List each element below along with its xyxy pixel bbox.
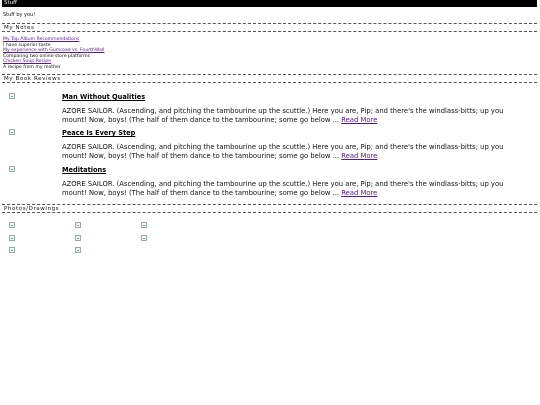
photos-section-title: Photos/Drawings: [2, 204, 537, 213]
read-more-link[interactable]: Read More: [341, 116, 377, 124]
book-cover-image[interactable]: [9, 129, 15, 135]
photo-thumbnail[interactable]: [9, 247, 15, 253]
photo-thumbnail[interactable]: [141, 222, 147, 228]
notes-section-title: My Notes: [2, 23, 537, 32]
photo-thumbnail[interactable]: [9, 235, 15, 241]
photo-thumbnail[interactable]: [75, 235, 81, 241]
note-link-gumroad-vs-fourthwall[interactable]: My experience with Gumroad vs. FourthWal…: [3, 48, 104, 54]
review-title-link[interactable]: Meditations: [62, 166, 106, 174]
note-description: A recipe from my mother: [3, 64, 61, 70]
photo-thumbnail[interactable]: [75, 222, 81, 228]
site-title: Stuff: [2, 0, 537, 7]
review-excerpt-text: AZORE SAILOR. (Ascending, and pitching t…: [62, 107, 504, 124]
tagline: Stuff by you!: [3, 12, 36, 18]
notes-list: My Top Album Recommendations I have supe…: [3, 37, 104, 71]
photo-thumbnail[interactable]: [75, 247, 81, 253]
photo-thumbnail[interactable]: [141, 235, 147, 241]
photo-thumbnail[interactable]: [9, 222, 15, 228]
read-more-link[interactable]: Read More: [341, 152, 377, 160]
book-cover-image[interactable]: [9, 93, 15, 99]
review-excerpt: AZORE SAILOR. (Ascending, and pitching t…: [62, 180, 517, 198]
review-title-link[interactable]: Peace Is Every Step: [62, 129, 135, 137]
reviews-section-title: My Book Reviews: [2, 74, 537, 83]
review-excerpt-text: AZORE SAILOR. (Ascending, and pitching t…: [62, 180, 504, 197]
review-excerpt: AZORE SAILOR. (Ascending, and pitching t…: [62, 107, 517, 125]
review-excerpt: AZORE SAILOR. (Ascending, and pitching t…: [62, 143, 517, 161]
review-title-link[interactable]: Man Without Qualities: [62, 93, 145, 101]
review-excerpt-text: AZORE SAILOR. (Ascending, and pitching t…: [62, 143, 504, 160]
book-cover-image[interactable]: [9, 166, 15, 172]
read-more-link[interactable]: Read More: [341, 189, 377, 197]
